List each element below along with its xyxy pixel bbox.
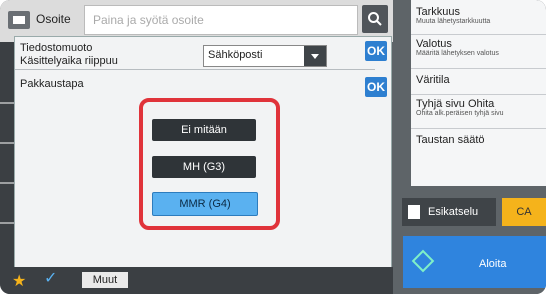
address-placeholder: Paina ja syötä osoite xyxy=(93,13,204,27)
processing-time-note: Käsittelyaika riippuu xyxy=(20,55,118,67)
address-input[interactable]: Paina ja syötä osoite xyxy=(84,5,358,35)
option-mh-g3-button[interactable]: MH (G3) xyxy=(152,156,256,178)
color-mode-item[interactable]: Väritila xyxy=(416,74,450,86)
resolution-sub: Muuta lähetystarkkuutta xyxy=(416,18,491,25)
option-none-button[interactable]: Ei mitään xyxy=(152,119,256,141)
start-label: Aloita xyxy=(479,258,507,270)
blank-page-skip-sub: Ohita alk.peräisen tyhjä sivu xyxy=(416,110,504,117)
other-button[interactable]: Muut xyxy=(82,272,128,288)
color-mode-label: Väritila xyxy=(416,74,450,86)
blank-page-skip-item[interactable]: Tyhjä sivu Ohita Ohita alk.peräisen tyhj… xyxy=(416,98,504,117)
settings-list: Tarkkuus Muuta lähetystarkkuutta Valotus… xyxy=(411,0,546,186)
ok-button-top[interactable]: OK xyxy=(365,41,387,61)
file-format-row: Tiedostomuoto Käsittelyaika riippuu Sähk… xyxy=(15,37,375,70)
compression-options-highlight: Ei mitään MH (G3) MMR (G4) xyxy=(139,98,280,230)
address-book-icon[interactable] xyxy=(8,11,30,29)
preview-label: Esikatselu xyxy=(428,206,479,218)
option-mmr-g4-button[interactable]: MMR (G4) xyxy=(152,192,258,216)
format-select[interactable]: Sähköposti xyxy=(203,45,327,67)
background-adjust-item[interactable]: Taustan säätö xyxy=(416,134,485,146)
compression-label: Pakkaustapa xyxy=(20,78,84,90)
exposure-sub: Määritä lähetyksen valotus xyxy=(416,50,499,57)
file-format-label: Tiedostomuoto xyxy=(20,42,93,54)
bottom-toolbar xyxy=(0,267,393,294)
chevron-down-icon[interactable] xyxy=(304,46,326,66)
exposure-item[interactable]: Valotus Määritä lähetyksen valotus xyxy=(416,38,499,57)
search-button[interactable] xyxy=(362,5,388,33)
start-button[interactable]: Aloita xyxy=(403,236,546,288)
format-select-value: Sähköposti xyxy=(208,49,263,61)
preview-button[interactable]: Esikatselu xyxy=(402,198,496,226)
compression-dialog: Tiedostomuoto Käsittelyaika riippuu Sähk… xyxy=(14,36,392,272)
blank-page-skip-label: Tyhjä sivu Ohita xyxy=(416,98,495,110)
ca-button[interactable]: CA xyxy=(502,198,546,226)
checkmark-icon[interactable]: ✓ xyxy=(44,268,57,288)
ok-button-compression[interactable]: OK xyxy=(365,77,387,97)
exposure-label: Valotus xyxy=(416,38,452,50)
start-icon xyxy=(411,249,435,273)
address-label: Osoite xyxy=(36,12,71,26)
resolution-item[interactable]: Tarkkuus Muuta lähetystarkkuutta xyxy=(416,6,490,25)
search-icon xyxy=(368,12,382,26)
favorite-star-icon[interactable]: ★ xyxy=(12,271,26,291)
machine-screen: Osoite Paina ja syötä osoite Tiedostomuo… xyxy=(0,0,546,294)
preview-icon xyxy=(408,205,420,219)
background-adjust-label: Taustan säätö xyxy=(416,134,485,146)
resolution-label: Tarkkuus xyxy=(416,6,461,18)
